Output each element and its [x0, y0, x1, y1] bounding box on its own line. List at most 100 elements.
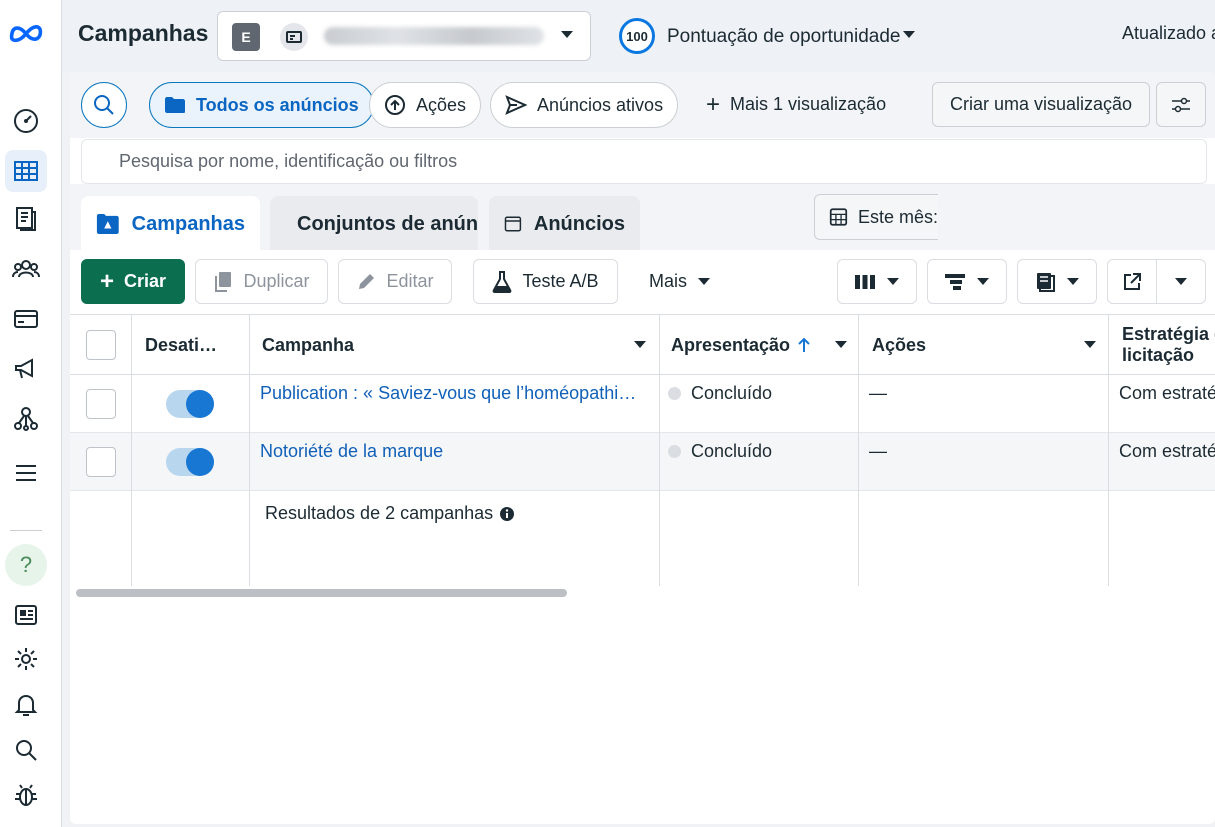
tab-campaigns[interactable]: Campanhas [81, 196, 260, 252]
more-button[interactable]: Mais [635, 259, 725, 304]
reports-icon [1037, 272, 1055, 292]
flask-icon [493, 270, 512, 293]
search-icon [94, 95, 114, 115]
documents-icon[interactable] [5, 198, 47, 240]
actions-value: — [869, 441, 887, 461]
export-button[interactable] [1107, 259, 1157, 304]
account-name-redacted [324, 27, 544, 45]
table-grid-icon[interactable] [5, 150, 47, 192]
tab-ads[interactable]: Anúncios [489, 196, 640, 252]
table-header: Desati… Campanha Apresentação Ações Estr… [70, 315, 1215, 375]
breakdown-button[interactable] [927, 259, 1007, 304]
column-divider [131, 315, 132, 586]
chevron-down-icon [977, 277, 989, 285]
account-selector[interactable]: E [217, 11, 591, 61]
status-dot-icon [668, 445, 681, 458]
column-divider [659, 315, 660, 586]
bid-strategy-value: Com estraté [1119, 383, 1215, 403]
chevron-down-icon [887, 277, 899, 285]
info-icon[interactable] [499, 506, 515, 522]
bell-icon[interactable] [5, 684, 47, 726]
audience-icon[interactable] [5, 248, 47, 290]
toggle-knob [186, 448, 214, 476]
column-header-actions[interactable]: Ações [872, 315, 1108, 375]
columns-button[interactable] [837, 259, 917, 304]
help-icon[interactable]: ? [5, 544, 47, 586]
network-icon[interactable] [5, 398, 47, 440]
campaign-toggle[interactable] [166, 448, 214, 476]
more-views-button[interactable]: + Mais 1 visualização [706, 90, 886, 118]
copy-icon [215, 271, 232, 292]
view-active-ads-button[interactable]: Anúncios ativos [490, 82, 679, 128]
export-options-button[interactable] [1156, 259, 1206, 304]
chevron-down-icon[interactable] [1084, 341, 1096, 349]
ad-account-icon [280, 23, 308, 51]
edit-button[interactable]: Editar [338, 259, 452, 304]
create-button[interactable]: + Criar [81, 259, 185, 304]
send-icon [505, 95, 527, 115]
table-row[interactable]: Notoriété de la marque Concluído — Com e… [70, 433, 1215, 491]
column-header-campaign[interactable]: Campanha [262, 315, 658, 375]
column-divider [1108, 315, 1109, 586]
select-all-checkbox[interactable] [86, 330, 116, 360]
action-toolbar: + Criar Duplicar Editar Teste A/B Mais [70, 250, 1215, 314]
horizontal-scrollbar[interactable] [76, 589, 567, 597]
news-icon[interactable] [5, 594, 47, 636]
updated-label: Atualizado a [1122, 23, 1215, 43]
row-checkbox[interactable] [86, 447, 116, 477]
table-row[interactable]: Publication : « Saviez-vous que l’homéop… [70, 375, 1215, 433]
level-tabs: Campanhas Conjuntos de anúncios Anúncios… [70, 184, 1215, 252]
view-settings-button[interactable] [1156, 82, 1206, 127]
delivery-status: Concluído [668, 383, 772, 404]
sliders-icon [1172, 97, 1190, 112]
gear-icon[interactable] [5, 638, 47, 680]
chevron-down-icon [698, 277, 710, 285]
column-header-delivery[interactable]: Apresentação [671, 315, 859, 375]
column-header-bid-strategy[interactable]: Estratégia d licitação [1122, 315, 1215, 375]
megaphone-icon[interactable] [5, 348, 47, 390]
menu-icon[interactable] [5, 452, 47, 494]
campaign-name-link[interactable]: Notoriété de la marque [260, 441, 645, 462]
page-title: Campanhas [78, 20, 209, 46]
main-panel: Todos os anúncios Ações Anúncios ativos … [70, 72, 1215, 824]
search-toggle-button[interactable] [81, 82, 127, 128]
column-divider [858, 315, 859, 586]
actions-value: — [869, 383, 887, 403]
search-icon[interactable] [5, 729, 47, 771]
column-divider [249, 315, 250, 586]
meta-logo-icon[interactable] [8, 18, 44, 46]
ad-window-icon [504, 216, 522, 232]
status-dot-icon [668, 387, 681, 400]
tab-ad-sets[interactable]: Conjuntos de anúncios [270, 196, 478, 252]
billing-card-icon[interactable] [5, 298, 47, 340]
reports-button[interactable] [1017, 259, 1097, 304]
chevron-down-icon[interactable] [902, 30, 916, 40]
plus-icon: + [706, 90, 721, 118]
search-input[interactable] [82, 140, 1206, 183]
campaigns-table: Desati… Campanha Apresentação Ações Estr… [70, 314, 1215, 586]
gauge-icon[interactable] [5, 100, 47, 142]
campaign-name-link[interactable]: Publication : « Saviez-vous que l’homéop… [260, 383, 645, 404]
create-view-button[interactable]: Criar uma visualização [932, 82, 1150, 127]
row-checkbox[interactable] [86, 389, 116, 419]
ab-test-button[interactable]: Teste A/B [473, 259, 618, 304]
chevron-down-icon[interactable] [634, 341, 646, 349]
campaign-toggle[interactable] [166, 390, 214, 418]
breakdown-icon [945, 273, 965, 290]
export-icon [1124, 272, 1141, 290]
view-all-ads-button[interactable]: Todos os anúncios [149, 82, 374, 128]
rail-divider [10, 530, 42, 531]
view-actions-button[interactable]: Ações [369, 82, 482, 128]
column-header-toggle[interactable]: Desati… [145, 315, 245, 375]
chevron-down-icon [561, 31, 573, 38]
chevron-down-icon[interactable] [835, 341, 847, 349]
duplicate-button[interactable]: Duplicar [195, 259, 328, 304]
bug-icon[interactable] [5, 774, 47, 816]
search-filter-bar [81, 139, 1207, 184]
folder-icon [165, 97, 185, 113]
opportunity-score-label[interactable]: Pontuação de oportunidade [667, 26, 900, 48]
opportunity-score-badge[interactable]: 100 [619, 18, 655, 54]
chevron-down-icon [1067, 277, 1079, 285]
sort-ascending-icon [798, 337, 810, 352]
date-range-button[interactable]: Este mês: [814, 194, 938, 240]
